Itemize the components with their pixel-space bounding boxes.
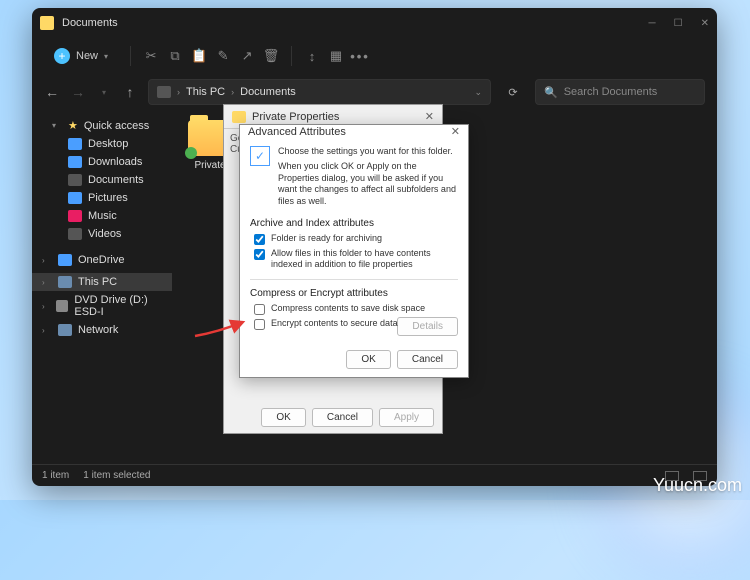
close-icon[interactable]: ✕ — [425, 110, 434, 123]
share-icon[interactable]: ↗ — [239, 48, 255, 64]
sidebar-item-music[interactable]: Music — [32, 207, 172, 225]
compress-section-label: Compress or Encrypt attributes — [250, 288, 458, 299]
search-input[interactable]: 🔍 Search Documents — [535, 79, 705, 105]
up-button[interactable]: ▾ — [96, 84, 112, 100]
breadcrumb[interactable]: › This PC › Documents ⌄ — [148, 79, 491, 105]
details-button[interactable]: Details — [397, 317, 458, 336]
index-contents-checkbox[interactable]: Allow files in this folder to have conte… — [254, 248, 458, 271]
sidebar-dvd[interactable]: ›DVD Drive (D:) ESD-I — [32, 291, 172, 321]
refresh-button[interactable]: ⟳ — [501, 80, 525, 104]
compress-checkbox[interactable]: Compress contents to save disk space — [254, 303, 458, 315]
ok-button[interactable]: OK — [346, 350, 390, 369]
archive-ready-checkbox[interactable]: Folder is ready for archiving — [254, 233, 458, 245]
chevron-down-icon: ▾ — [104, 52, 108, 61]
status-dot-icon — [185, 147, 197, 159]
cancel-button[interactable]: Cancel — [397, 350, 458, 369]
view-icon[interactable]: ▦ — [328, 48, 344, 64]
settings-icon: ✓ — [250, 146, 270, 166]
archive-section-label: Archive and Index attributes — [250, 218, 458, 229]
more-icon[interactable]: ••• — [352, 48, 368, 64]
window-title: Documents — [62, 17, 649, 29]
advanced-titlebar[interactable]: Advanced Attributes ✕ — [240, 125, 468, 138]
sort-icon[interactable]: ↕ — [304, 48, 320, 64]
paste-icon[interactable]: 📋 — [191, 48, 207, 64]
back-button[interactable]: ← — [44, 84, 60, 100]
copy-icon[interactable]: ⧉ — [167, 48, 183, 64]
titlebar[interactable]: Documents ─ ☐ ✕ — [32, 8, 717, 38]
close-icon[interactable]: ✕ — [451, 125, 460, 138]
sidebar-item-videos[interactable]: Videos — [32, 225, 172, 243]
maximize-icon[interactable]: ☐ — [674, 18, 683, 29]
watermark: Yuucn.com — [653, 475, 742, 496]
sidebar: ▾★Quick access Desktop Downloads Documen… — [32, 110, 172, 464]
folder-icon — [40, 16, 54, 30]
sidebar-this-pc[interactable]: ›This PC — [32, 273, 172, 291]
pc-icon — [157, 86, 171, 98]
sidebar-item-downloads[interactable]: Downloads — [32, 153, 172, 171]
sidebar-quick-access[interactable]: ▾★Quick access — [32, 116, 172, 135]
rename-icon[interactable]: ✎ — [215, 48, 231, 64]
statusbar: 1 item 1 item selected — [32, 464, 717, 486]
sidebar-network[interactable]: ›Network — [32, 321, 172, 339]
up-arrow[interactable]: ↑ — [122, 84, 138, 100]
cancel-button[interactable]: Cancel — [312, 408, 373, 427]
sidebar-onedrive[interactable]: ›OneDrive — [32, 251, 172, 269]
delete-icon[interactable]: 🗑 — [263, 48, 279, 64]
chevron-down-icon[interactable]: ⌄ — [474, 87, 482, 98]
advanced-attributes-dialog: Advanced Attributes ✕ ✓ Choose the setti… — [239, 124, 469, 378]
sidebar-item-documents[interactable]: Documents — [32, 171, 172, 189]
sidebar-item-pictures[interactable]: Pictures — [32, 189, 172, 207]
toolbar: + New ▾ ✂ ⧉ 📋 ✎ ↗ 🗑 ↕ ▦ ••• — [32, 38, 717, 74]
plus-icon: + — [54, 48, 70, 64]
sidebar-item-desktop[interactable]: Desktop — [32, 135, 172, 153]
folder-icon — [232, 111, 246, 123]
cut-icon[interactable]: ✂ — [143, 48, 159, 64]
apply-button[interactable]: Apply — [379, 408, 434, 427]
minimize-icon[interactable]: ─ — [649, 18, 656, 29]
search-icon: 🔍 — [544, 86, 558, 99]
ok-button[interactable]: OK — [261, 408, 305, 427]
close-icon[interactable]: ✕ — [701, 18, 709, 29]
new-button[interactable]: + New ▾ — [44, 44, 118, 68]
forward-button[interactable]: → — [70, 84, 86, 100]
